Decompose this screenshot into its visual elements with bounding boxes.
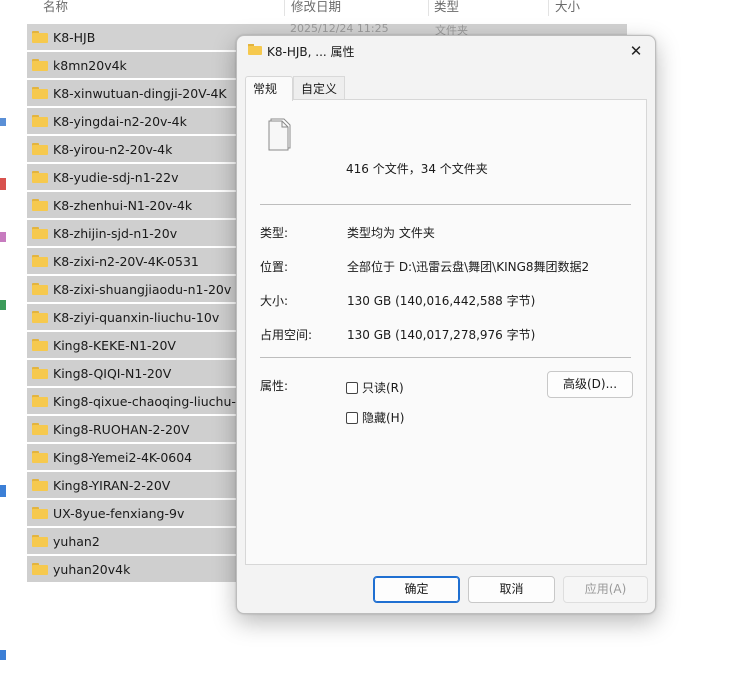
attributes-label: 属性: (260, 379, 289, 393)
column-header-size[interactable]: 大小 (555, 0, 580, 15)
column-header-bar: 名称 修改日期 类型 大小 (0, 0, 640, 18)
location-value: 全部位于 D:\迅雷云盘\舞团\KING8舞团数据2 (347, 260, 590, 274)
folder-icon (32, 535, 48, 547)
column-header-date[interactable]: 修改日期 (291, 0, 341, 15)
folder-icon (32, 227, 48, 239)
cancel-button[interactable]: 取消 (468, 576, 555, 603)
readonly-label: 只读(R) (362, 381, 404, 395)
file-name: King8-YIRAN-2-20V (53, 477, 171, 493)
dialog-title: K8-HJB, ... 属性 (267, 45, 355, 59)
file-name: K8-yudie-sdj-n1-22v (53, 169, 179, 185)
folder-icon (32, 171, 48, 183)
type-label: 类型: (260, 226, 289, 240)
file-name: UX-8yue-fenxiang-9v (53, 505, 185, 521)
checkbox-box[interactable] (346, 381, 358, 394)
column-header-name[interactable]: 名称 (43, 0, 68, 15)
file-name: King8-KEKE-N1-20V (53, 337, 176, 353)
size-value: 130 GB (140,016,442,588 字节) (347, 294, 536, 308)
folder-icon (32, 87, 48, 99)
window-edge-artifact (0, 485, 6, 497)
file-name: King8-Yemei2-4K-0604 (53, 449, 193, 465)
disk-size-label: 占用空间: (260, 328, 313, 342)
file-name: King8-RUOHAN-2-20V (53, 421, 190, 437)
folder-icon (32, 199, 48, 211)
window-edge-artifact (0, 118, 6, 126)
file-name: yuhan2 (53, 533, 100, 549)
folder-icon (32, 59, 48, 71)
dialog-titlebar[interactable]: K8-HJB, ... 属性 ✕ (237, 36, 655, 66)
file-name: K8-zhijin-sjd-n1-20v (53, 225, 178, 241)
properties-dialog: K8-HJB, ... 属性 ✕ 常规 自定义 416 个文件，34 个文件夹 … (236, 35, 656, 614)
file-name: King8-QIQI-N1-20V (53, 365, 172, 381)
folder-icon (32, 423, 48, 435)
column-divider[interactable] (284, 0, 285, 16)
location-label: 位置: (260, 260, 289, 274)
file-name: K8-yingdai-n2-20v-4k (53, 113, 187, 129)
column-divider[interactable] (428, 0, 429, 16)
folder-icon (32, 311, 48, 323)
window-edge-artifact (0, 232, 6, 242)
hidden-checkbox[interactable]: 隐藏(H) (346, 409, 404, 426)
folder-icon (32, 507, 48, 519)
file-name: yuhan20v4k (53, 561, 131, 577)
close-icon[interactable]: ✕ (625, 41, 647, 61)
window-edge-artifact (0, 178, 6, 190)
divider (260, 357, 631, 358)
ok-button[interactable]: 确定 (373, 576, 460, 603)
folder-icon (32, 283, 48, 295)
folder-icon (32, 143, 48, 155)
type-value: 类型均为 文件夹 (347, 226, 435, 240)
divider (260, 204, 631, 205)
file-name: King8-qixue-chaoqing-liuchu-n1 (53, 393, 252, 409)
file-name: K8-yirou-n2-20v-4k (53, 141, 173, 157)
window-edge-artifact (0, 300, 6, 310)
file-name: K8-zixi-n2-20V-4K-0531 (53, 253, 199, 269)
disk-size-value: 130 GB (140,017,278,976 字节) (347, 328, 536, 342)
tab-customize[interactable]: 自定义 (293, 76, 345, 100)
file-date: 2025/12/24 11:25 (290, 22, 389, 35)
folder-icon (32, 479, 48, 491)
advanced-button[interactable]: 高级(D)... (547, 371, 633, 398)
readonly-checkbox[interactable]: 只读(R) (346, 379, 404, 396)
apply-button[interactable]: 应用(A) (563, 576, 648, 603)
file-name: K8-HJB (53, 29, 96, 45)
folder-icon (32, 255, 48, 267)
tab-general[interactable]: 常规 (245, 76, 293, 101)
size-label: 大小: (260, 294, 289, 308)
folder-icon (32, 339, 48, 351)
file-name: K8-ziyi-quanxin-liuchu-10v (53, 309, 220, 325)
column-header-type[interactable]: 类型 (434, 0, 459, 15)
selection-summary: 416 个文件，34 个文件夹 (346, 162, 488, 176)
folder-icon (32, 31, 48, 43)
file-name: k8mn20v4k (53, 57, 127, 73)
file-name: K8-zhenhui-N1-20v-4k (53, 197, 193, 213)
folder-icon (32, 563, 48, 575)
folder-icon (32, 451, 48, 463)
file-name: K8-zixi-shuangjiaodu-n1-20v (53, 281, 232, 297)
folder-icon (32, 367, 48, 379)
file-name: K8-xinwutuan-dingji-20V-4K (53, 85, 227, 101)
folder-icon (32, 395, 48, 407)
folder-icon (248, 44, 262, 55)
folder-icon (32, 115, 48, 127)
general-panel: 416 个文件，34 个文件夹 类型: 类型均为 文件夹 位置: 全部位于 D:… (245, 99, 647, 565)
checkbox-box[interactable] (346, 411, 358, 424)
document-stack-icon (268, 118, 291, 151)
window-edge-artifact (0, 650, 6, 660)
column-divider[interactable] (548, 0, 549, 16)
hidden-label: 隐藏(H) (362, 411, 405, 425)
